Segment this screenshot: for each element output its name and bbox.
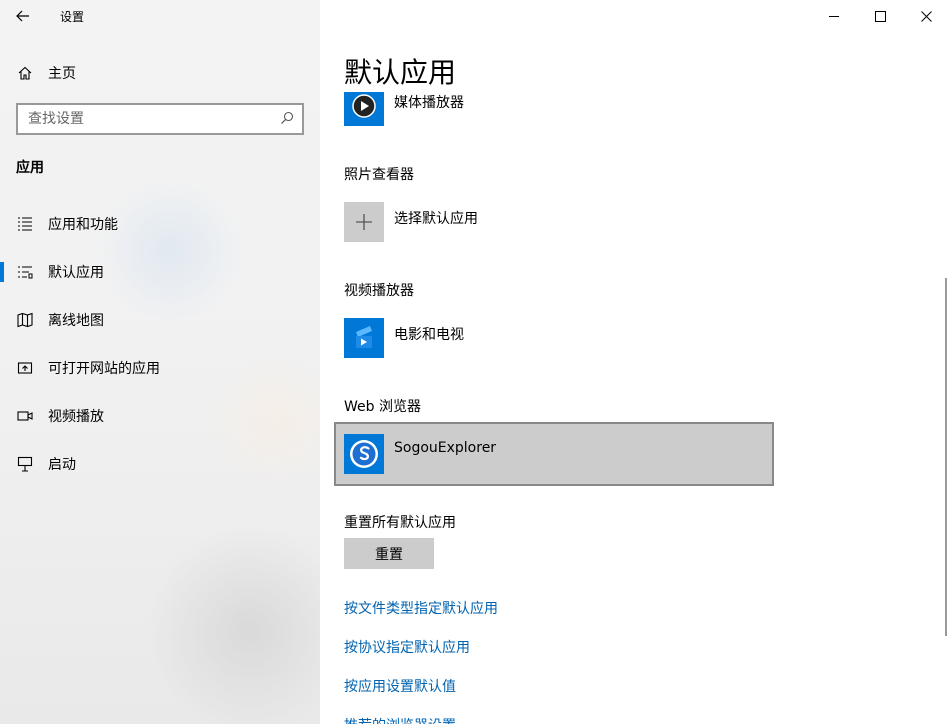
movies-tv-icon — [356, 326, 372, 348]
sidebar-item-apps-for-websites[interactable]: 可打开网站的应用 — [0, 344, 320, 392]
web-browser-label: Web 浏览器 — [344, 399, 421, 415]
sidebar-item-label: 视频播放 — [48, 409, 104, 425]
sidebar-item-startup[interactable]: 启动 — [0, 440, 320, 488]
link-by-file-type[interactable]: 按文件类型指定默认应用 — [344, 598, 498, 618]
link-recommended-browser-settings[interactable]: 推荐的浏览器设置 — [344, 715, 456, 724]
page-title: 默认应用 — [344, 54, 644, 92]
sogou-explorer-icon — [350, 440, 378, 468]
sidebar-item-video-playback[interactable]: 视频播放 — [0, 392, 320, 440]
app-name: 电影和电视 — [394, 327, 464, 343]
link-by-app[interactable]: 按应用设置默认值 — [344, 676, 456, 696]
apps-for-websites-icon — [16, 359, 34, 377]
offline-maps-icon — [16, 311, 34, 329]
sidebar-nav: 应用和功能 默认应用 离线地图 可打开网站的应用 视频播放 启动 — [0, 200, 320, 488]
sidebar-item-label: 默认应用 — [48, 265, 104, 281]
media-player-tile — [344, 86, 384, 126]
photo-viewer-app-button[interactable]: 选择默认应用 — [344, 202, 478, 244]
window-title: 设置 — [60, 9, 85, 24]
minimize-button[interactable] — [811, 0, 857, 32]
search-box[interactable] — [16, 103, 304, 135]
video-playback-icon — [16, 407, 34, 425]
home-icon — [16, 64, 34, 82]
media-player-icon — [352, 94, 376, 118]
maximize-button[interactable] — [857, 0, 903, 32]
sidebar-item-apps-features[interactable]: 应用和功能 — [0, 200, 320, 248]
sidebar: 设置 主页 应用 应用和功能 默认应用 离 — [0, 0, 320, 724]
app-name: 媒体播放器 — [394, 95, 464, 111]
apps-features-icon — [16, 215, 34, 233]
close-button[interactable] — [903, 0, 949, 32]
video-player-app-button[interactable]: 电影和电视 — [344, 318, 464, 360]
scrollbar[interactable] — [945, 278, 947, 636]
close-icon — [920, 10, 932, 22]
back-button[interactable] — [0, 0, 46, 32]
photo-viewer-label: 照片查看器 — [344, 167, 414, 183]
section-title: 应用 — [16, 160, 44, 176]
sidebar-item-offline-maps[interactable]: 离线地图 — [0, 296, 320, 344]
window-controls — [811, 0, 949, 32]
web-browser-app-button[interactable]: SogouExplorer — [344, 434, 496, 476]
video-player-label: 视频播放器 — [344, 283, 414, 299]
reset-all-label: 重置所有默认应用 — [344, 515, 456, 531]
reset-button[interactable]: 重置 — [344, 538, 434, 569]
minimize-icon — [828, 15, 839, 17]
media-player-app-button[interactable]: 媒体播放器 — [344, 86, 464, 128]
home-link[interactable]: 主页 — [16, 60, 76, 86]
app-name: SogouExplorer — [394, 440, 497, 456]
home-label: 主页 — [48, 66, 76, 82]
movies-tv-tile — [344, 318, 384, 358]
sidebar-item-label: 可打开网站的应用 — [48, 361, 160, 377]
default-apps-icon — [16, 263, 34, 281]
sidebar-item-default-apps[interactable]: 默认应用 — [0, 248, 320, 296]
back-arrow-icon — [16, 10, 29, 22]
title-bar: 设置 — [0, 0, 320, 32]
sidebar-item-label: 启动 — [48, 457, 76, 473]
choose-default-tile — [344, 202, 384, 242]
sidebar-item-label: 应用和功能 — [48, 217, 118, 233]
background-glow — [150, 520, 320, 724]
search-icon[interactable] — [280, 110, 294, 129]
startup-icon — [16, 455, 34, 473]
app-name: 选择默认应用 — [394, 211, 478, 227]
sogou-explorer-tile — [344, 434, 384, 474]
search-input[interactable] — [28, 111, 268, 127]
sidebar-item-label: 离线地图 — [48, 313, 104, 329]
link-by-protocol[interactable]: 按协议指定默认应用 — [344, 637, 470, 657]
main-content: 默认应用 媒体播放器 照片查看器 选择默认应用 视频播放器 电影和电视 Web … — [320, 0, 949, 724]
plus-icon — [356, 214, 372, 230]
maximize-icon — [874, 10, 886, 22]
